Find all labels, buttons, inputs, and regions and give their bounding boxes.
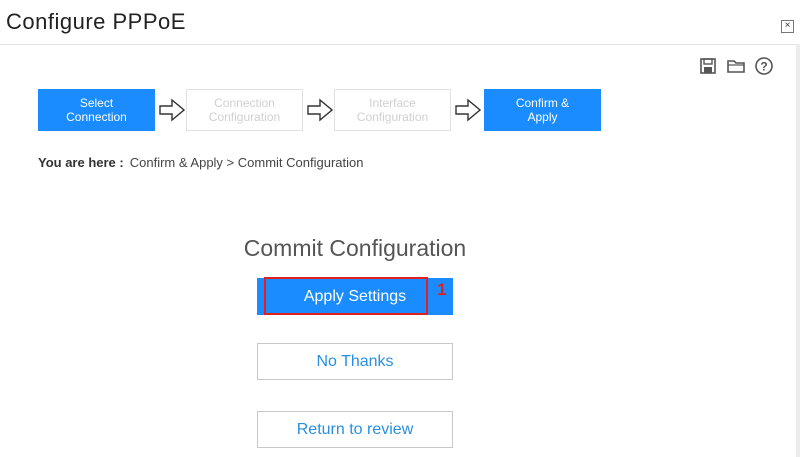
save-icon[interactable] [698,56,718,76]
breadcrumb: You are here : Confirm & Apply > Commit C… [38,155,363,170]
step-select-connection[interactable]: Select Connection [38,89,155,131]
step-label-line1: Interface [369,96,416,110]
step-label-line2: Apply [527,110,558,124]
close-button[interactable]: × [781,20,794,33]
breadcrumb-path: Confirm & Apply > Commit Configuration [129,155,364,170]
help-icon[interactable]: ? [754,56,774,76]
wizard-steps: Select Connection Connection Configuration… [38,89,608,131]
folder-icon[interactable] [726,56,746,76]
no-thanks-button[interactable]: No Thanks [257,343,453,380]
step-label-line2: Connection [66,110,127,124]
page-heading: Commit Configuration [243,235,467,261]
step-label-line1: Confirm & [515,96,570,110]
step-connection-configuration[interactable]: Connection Configuration [186,89,303,131]
annotation-number: 1 [437,280,447,299]
svg-text:?: ? [760,60,767,74]
toolbar: ? [698,56,774,76]
return-to-review-button[interactable]: Return to review [257,411,453,448]
step-interface-configuration[interactable]: Interface Configuration [334,89,451,131]
title-bar: Configure PPPoE × [0,0,800,45]
step-label-line1: Connection [214,96,275,110]
arrow-right-icon [455,98,481,122]
step-label-line2: Configuration [356,110,429,124]
breadcrumb-label: You are here : [38,155,124,170]
scrollbar-track[interactable] [796,44,800,457]
arrow-right-icon [307,98,333,122]
window-title: Configure PPPoE [6,9,186,34]
step-confirm-apply[interactable]: Confirm & Apply [484,89,601,131]
arrow-right-icon [159,98,185,122]
highlight-box [264,277,428,315]
step-label-line1: Select [79,96,114,110]
step-label-line2: Configuration [208,110,281,124]
